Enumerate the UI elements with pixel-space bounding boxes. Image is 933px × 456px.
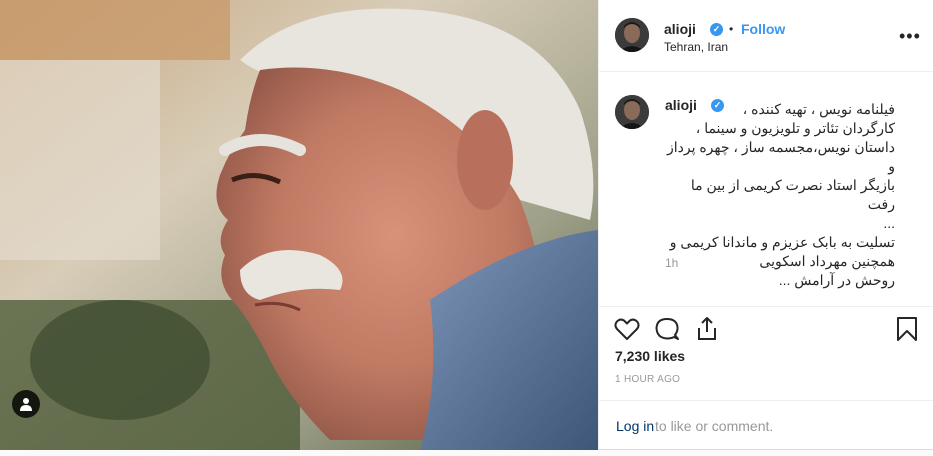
- save-button[interactable]: [893, 315, 921, 343]
- caption-line: داستان نویس،مجسمه ساز ، چهره پرداز و: [666, 139, 895, 174]
- caption-line: تسلیت به بابک عزیزم و ماندانا کریمی و: [669, 234, 895, 250]
- avatar-image: [615, 18, 649, 52]
- user-tag-icon: [20, 398, 32, 411]
- comment-button[interactable]: [653, 315, 681, 343]
- login-prompt: Log in to like or comment.: [599, 400, 933, 450]
- verified-badge-icon: ✓: [710, 23, 723, 36]
- caption-line: بازیگر استاد نصرت کریمی از بین ما رفت: [690, 177, 895, 212]
- portrait-photo: [0, 0, 598, 450]
- caption-line: فیلنامه نویس ، تهیه کننده ،: [742, 101, 895, 117]
- header-username[interactable]: alioji: [664, 21, 696, 37]
- login-prompt-text: to like or comment.: [655, 418, 774, 434]
- comments-area: alioji ✓ فیلنامه نویس ، تهیه کننده ، کار…: [599, 73, 933, 306]
- page-frame: alioji ✓ • Follow Tehran, Iran ••• alioj…: [0, 0, 933, 456]
- location-link[interactable]: Tehran, Iran: [664, 40, 728, 54]
- likes-count[interactable]: 7,230 likes: [615, 348, 685, 364]
- caption-avatar[interactable]: [615, 95, 649, 129]
- post-side-panel: alioji ✓ • Follow Tehran, Iran ••• alioj…: [598, 0, 933, 450]
- caption-line: همچنین مهرداد اسکویی: [759, 253, 895, 269]
- post-card: alioji ✓ • Follow Tehran, Iran ••• alioj…: [0, 0, 933, 450]
- caption-text: فیلنامه نویس ، تهیه کننده ، کارگردان تئا…: [665, 100, 895, 290]
- post-timestamp[interactable]: 1 HOUR AGO: [615, 374, 680, 385]
- post-photo[interactable]: [0, 0, 598, 450]
- avatar-image: [615, 95, 649, 129]
- bookmark-icon: [897, 317, 917, 341]
- like-button[interactable]: [613, 315, 641, 343]
- more-options-icon[interactable]: •••: [899, 26, 921, 47]
- caption-line: کارگردان تئاتر و تلویزیون و سینما ،: [695, 120, 895, 136]
- user-tag-button[interactable]: [12, 390, 40, 418]
- avatar[interactable]: [615, 18, 649, 52]
- caption-timestamp[interactable]: 1h: [665, 256, 678, 270]
- comment-icon: [655, 318, 679, 340]
- caption-line: ...: [883, 215, 895, 231]
- share-button[interactable]: [693, 315, 721, 343]
- share-icon: [698, 317, 716, 340]
- login-link[interactable]: Log in: [616, 418, 654, 434]
- heart-icon: [614, 318, 640, 340]
- post-header: alioji ✓ • Follow Tehran, Iran •••: [599, 0, 933, 72]
- follow-button[interactable]: Follow: [741, 21, 785, 37]
- caption-line: روحش در آرامش ...: [778, 272, 895, 288]
- header-separator: •: [729, 22, 734, 36]
- post-actions: 7,230 likes 1 HOUR AGO: [599, 306, 933, 406]
